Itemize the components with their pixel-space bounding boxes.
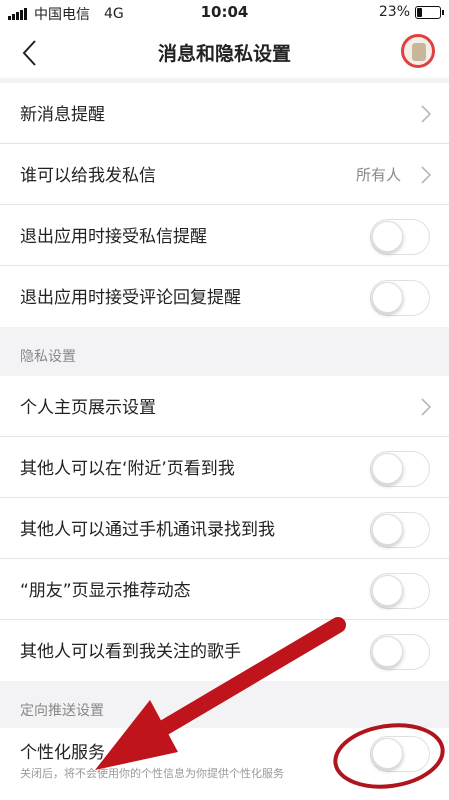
toggle-knob	[372, 514, 403, 545]
status-right: 23%	[378, 4, 444, 20]
row-exit-message-reminder: 退出应用时接受私信提醒	[0, 205, 449, 266]
personalized-service-toggle[interactable]	[370, 736, 430, 772]
avatar-image	[412, 43, 426, 61]
navigation-bar: 消息和隐私设置	[0, 26, 449, 78]
chevron-right-icon	[421, 166, 431, 184]
targeted-push-section: 个性化服务 关闭后，将不会使用你的个性信息为你提供个性化服务	[0, 728, 449, 800]
toggle-knob	[372, 575, 403, 606]
row-personalized-service: 个性化服务 关闭后，将不会使用你的个性信息为你提供个性化服务	[0, 728, 449, 800]
chevron-right-icon	[421, 398, 431, 416]
row-label: 其他人可以通过手机通讯录找到我	[20, 520, 275, 540]
row-label: 个性化服务	[20, 743, 105, 763]
row-label: 退出应用时接受私信提醒	[20, 227, 207, 247]
toggle-knob	[372, 453, 403, 484]
page-title: 消息和隐私设置	[157, 43, 291, 65]
toggle-knob	[372, 282, 403, 313]
row-exit-comment-reminder: 退出应用时接受评论回复提醒	[0, 266, 449, 327]
exit-message-reminder-toggle[interactable]	[370, 219, 430, 255]
status-bar: 中国电信 4G 10:04 23%	[0, 0, 449, 26]
row-label: 谁可以给我发私信	[20, 166, 156, 186]
row-label: 其他人可以在‘附近’页看到我	[20, 459, 235, 479]
row-label: 其他人可以看到我关注的歌手	[20, 642, 241, 662]
friends-recommend-toggle[interactable]	[370, 573, 430, 609]
row-friends-recommend: “朋友”页显示推荐动态	[0, 559, 449, 620]
battery-fill	[417, 7, 422, 17]
row-profile-display[interactable]: 个人主页展示设置	[0, 376, 449, 437]
avatar[interactable]	[401, 34, 435, 68]
toggle-knob	[372, 636, 403, 667]
row-followed-singers-visible: 其他人可以看到我关注的歌手	[0, 620, 449, 681]
row-label: 个人主页展示设置	[20, 398, 156, 418]
nearby-visible-toggle[interactable]	[370, 451, 430, 487]
row-nearby-visible: 其他人可以在‘附近’页看到我	[0, 437, 449, 498]
followed-singers-toggle[interactable]	[370, 634, 430, 670]
find-by-contacts-toggle[interactable]	[370, 512, 430, 548]
row-value: 所有人	[355, 166, 401, 184]
row-label: “朋友”页显示推荐动态	[20, 581, 191, 601]
targeted-section-header: 定向推送设置	[20, 703, 104, 719]
row-find-by-contacts: 其他人可以通过手机通讯录找到我	[0, 498, 449, 559]
row-who-can-message[interactable]: 谁可以给我发私信 所有人	[0, 144, 449, 205]
battery-icon	[415, 5, 444, 19]
toggle-knob	[372, 221, 403, 252]
privacy-section-header: 隐私设置	[20, 349, 76, 365]
row-description: 关闭后，将不会使用你的个性信息为你提供个性化服务	[20, 767, 284, 780]
row-label: 退出应用时接受评论回复提醒	[20, 288, 241, 308]
toggle-knob	[372, 738, 403, 769]
chevron-right-icon	[421, 105, 431, 123]
row-label: 新消息提醒	[20, 105, 105, 125]
battery-percent: 23%	[378, 4, 410, 20]
exit-comment-reminder-toggle[interactable]	[370, 280, 430, 316]
privacy-settings-section: 个人主页展示设置 其他人可以在‘附近’页看到我 其他人可以通过手机通讯录找到我 …	[0, 376, 449, 681]
row-new-message-alert[interactable]: 新消息提醒	[0, 83, 449, 144]
message-settings-section: 新消息提醒 谁可以给我发私信 所有人 退出应用时接受私信提醒 退出应用时接受评论…	[0, 83, 449, 327]
